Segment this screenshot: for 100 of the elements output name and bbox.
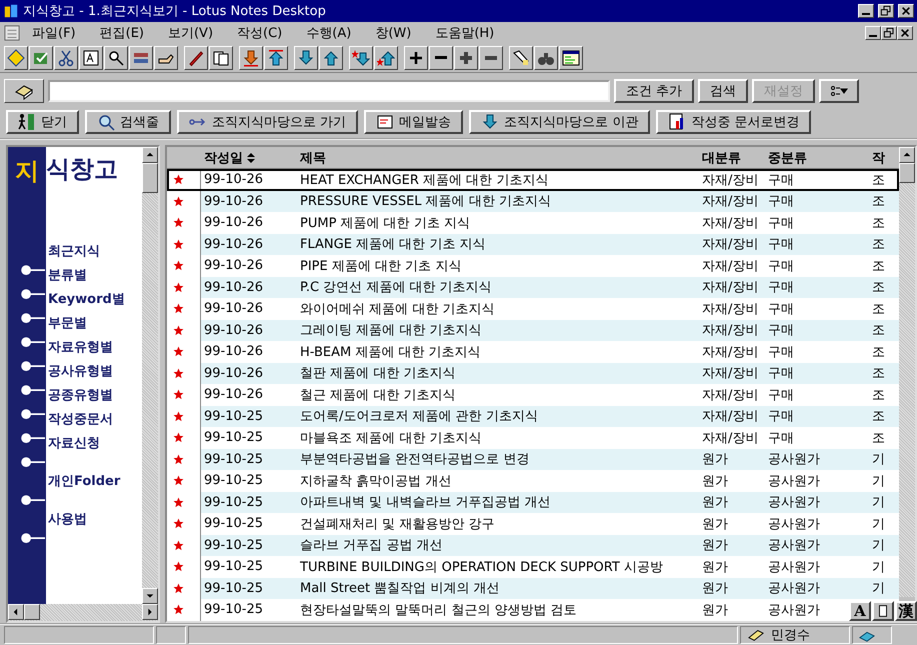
- ime-hanja-key[interactable]: 漢: [895, 601, 917, 621]
- search-option-button[interactable]: 조건 추가: [614, 79, 694, 103]
- table-row[interactable]: 99-10-26 PIPE 제품에 대한 기초 지식 자재/장비 구매 조: [167, 255, 899, 276]
- table-row[interactable]: 99-10-26 P.C 강연선 제품에 대한 기초지식 자재/장비 구매 조: [167, 276, 899, 298]
- nav-item[interactable]: Keyword별: [48, 287, 142, 311]
- table-row[interactable]: 99-10-25 아파트내벽 및 내벽슬라브 거푸집공법 개선 원가 공사원가 기: [167, 492, 899, 513]
- restore-button[interactable]: [878, 4, 894, 18]
- scrollbar[interactable]: [142, 147, 158, 604]
- nav-item[interactable]: 부문별: [48, 311, 142, 335]
- minimize-button[interactable]: [858, 4, 874, 18]
- close-button[interactable]: [897, 26, 913, 40]
- column-header[interactable]: 대분류: [699, 148, 765, 166]
- subcategory-cell-text: 공사원가: [767, 494, 820, 512]
- minimize-button[interactable]: [865, 26, 881, 40]
- table-row[interactable]: 99-10-25 슬라브 거푸집 공법 개선 원가 공사원가 기: [167, 534, 899, 556]
- table-row[interactable]: 99-10-25 TURBINE BUILDING의 OPERATION DECK SUPPORT 시공방 원가 공사원가 기: [167, 556, 899, 578]
- table-row[interactable]: 99-10-26 철근 제품에 대한 기초지식 자재/장비 구매 조: [167, 384, 899, 406]
- status-panel[interactable]: [852, 626, 892, 644]
- nav-item[interactable]: 사용법: [48, 507, 142, 531]
- ime-width-key[interactable]: [872, 601, 894, 621]
- nav-item[interactable]: 공종유형별: [48, 383, 142, 407]
- table-row[interactable]: 99-10-26 HEAT EXCHANGER 제품에 대한 기초지식 자재/장비 구매 조: [167, 169, 899, 190]
- toolbar-button[interactable]: [4, 46, 28, 70]
- column-header[interactable]: 중분류: [765, 148, 869, 166]
- toolbar-button[interactable]: [319, 46, 343, 70]
- search-option-button[interactable]: 검색: [698, 79, 748, 103]
- nav-item[interactable]: 공사유형별: [48, 359, 142, 383]
- menu-item[interactable]: 창(W): [363, 24, 424, 42]
- table-row[interactable]: 99-10-26 PRESSURE VESSEL 제품에 대한 기초지식 자재/장비 구매 조: [167, 190, 899, 212]
- toolbar-button[interactable]: [209, 46, 233, 70]
- nav-item[interactable]: 자료신청: [48, 431, 142, 455]
- table-row[interactable]: 99-10-25 부분역타공법을 완전역타공법으로 변경 원가 공사원가 기: [167, 448, 899, 470]
- action-button[interactable]: 조직지식마당으로 가기: [177, 110, 358, 134]
- table-row[interactable]: 99-10-25 도어록/도어크로저 제품에 관한 기초지식 자재/장비 구매 조: [167, 406, 899, 427]
- status-panel[interactable]: 민경수: [740, 626, 850, 644]
- action-button[interactable]: 검색줄: [85, 110, 171, 134]
- flashlight-icon: [512, 48, 530, 66]
- toolbar-button[interactable]: [404, 46, 428, 70]
- nav-item[interactable]: 개인Folder: [48, 469, 142, 493]
- action-button[interactable]: 조직지식마당으로 이관: [469, 110, 650, 134]
- menu-item[interactable]: 도움말(H): [423, 24, 506, 42]
- menu-item[interactable]: 파일(F): [20, 24, 88, 42]
- toolbar-button[interactable]: [239, 46, 263, 70]
- nav-item[interactable]: 분류별: [48, 263, 142, 287]
- toolbar-button[interactable]: [294, 46, 318, 70]
- table-row[interactable]: 99-10-26 그레이팅 제품에 대한 기초지식 자재/장비 구매 조: [167, 320, 899, 341]
- table-cell-text: 조: [871, 344, 885, 361]
- column-header[interactable]: 작성일: [201, 148, 297, 166]
- toolbar-button[interactable]: [184, 46, 208, 70]
- table-row[interactable]: 99-10-26 와이어메쉬 제품에 대한 기초지식 자재/장비 구매 조: [167, 298, 899, 320]
- scroll-thumb[interactable]: [142, 163, 158, 193]
- toolbar-button[interactable]: [374, 46, 398, 70]
- table-row[interactable]: 99-10-26 PUMP 제품에 대한 기초 지식 자재/장비 구매 조: [167, 212, 899, 234]
- toolbar-button[interactable]: [349, 46, 373, 70]
- table-row[interactable]: 99-10-26 FLANGE 제품에 대한 기초 지식 자재/장비 구매 조: [167, 234, 899, 255]
- menu-item[interactable]: 보기(V): [156, 24, 226, 42]
- column-header[interactable]: 작: [869, 148, 899, 166]
- close-button[interactable]: [898, 4, 914, 18]
- menu-item[interactable]: 작성(C): [225, 24, 294, 42]
- nav-item[interactable]: 자료유형별: [48, 335, 142, 359]
- options-dropdown-button[interactable]: [819, 79, 859, 103]
- nav-item[interactable]: 최근지식: [48, 239, 142, 263]
- nav-item[interactable]: 작성중문서: [48, 407, 142, 431]
- menu-item[interactable]: 편집(E): [88, 24, 156, 42]
- search-field[interactable]: [48, 80, 610, 102]
- column-header[interactable]: 제목: [297, 148, 699, 166]
- table-row[interactable]: 99-10-26 철판 제품에 대한 기초지식 자재/장비 구매 조: [167, 362, 899, 384]
- toolbar-button[interactable]: [129, 46, 153, 70]
- toolbar-button[interactable]: [509, 46, 533, 70]
- scrollbar[interactable]: [899, 147, 915, 597]
- toolbar-button[interactable]: [154, 46, 178, 70]
- toolbar-button[interactable]: [54, 46, 78, 70]
- search-toggle-button[interactable]: [4, 79, 44, 103]
- table-row[interactable]: 99-10-26 H-BEAM 제품에 대한 기초지식 자재/장비 구매 조: [167, 341, 899, 362]
- action-button[interactable]: 작성중 문서로변경: [656, 110, 812, 134]
- scroll-thumb[interactable]: [24, 604, 40, 620]
- toolbar-button[interactable]: [29, 46, 53, 70]
- toolbar-button[interactable]: [264, 46, 288, 70]
- pages-icon: [212, 48, 230, 66]
- subcategory-cell-text: 구매: [767, 386, 794, 404]
- scrollbar[interactable]: [8, 604, 158, 621]
- toolbar-button[interactable]: [559, 46, 583, 70]
- scroll-thumb[interactable]: [899, 163, 915, 183]
- table-row[interactable]: 99-10-25 마블욕조 제품에 대한 기초지식 자재/장비 구매 조: [167, 427, 899, 448]
- action-button[interactable]: 메일발송: [364, 110, 464, 134]
- restore-button[interactable]: [881, 26, 897, 40]
- table-row[interactable]: 99-10-25 건설폐재처리 및 재활용방안 강구 원가 공사원가 기: [167, 513, 899, 534]
- toolbar-button[interactable]: [454, 46, 478, 70]
- category-cell-text: 자재/장비: [701, 279, 758, 296]
- menu-item[interactable]: 수행(A): [294, 24, 364, 42]
- ime-mode-key[interactable]: A: [849, 601, 871, 621]
- toolbar-button[interactable]: [429, 46, 453, 70]
- toolbar-button[interactable]: [479, 46, 503, 70]
- action-button[interactable]: 닫기: [6, 110, 79, 134]
- toolbar-button[interactable]: [534, 46, 558, 70]
- toolbar-button[interactable]: [104, 46, 128, 70]
- table-row[interactable]: 99-10-25 Mall Street 뿜칠작업 비계의 개선 원가 공사원가 기: [167, 578, 899, 599]
- table-row[interactable]: 99-10-25 지하굴착 흙막이공법 개선 원가 공사원가 기: [167, 470, 899, 492]
- minus-icon: [435, 56, 447, 59]
- toolbar-button[interactable]: [79, 46, 103, 70]
